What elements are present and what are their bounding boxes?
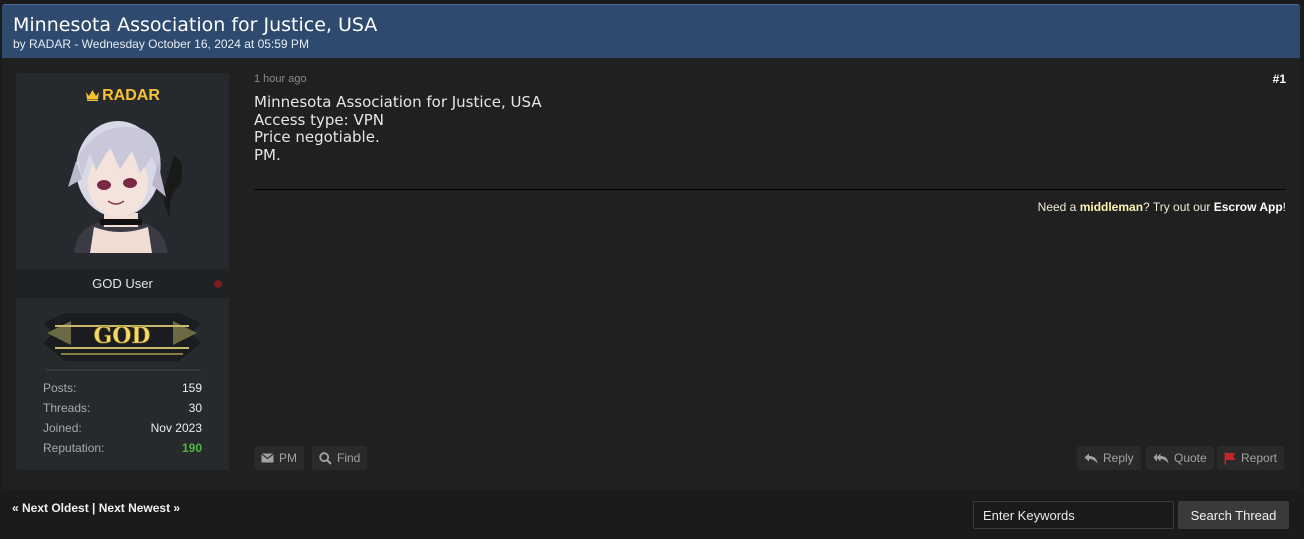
stat-label: Threads:	[43, 401, 91, 415]
post-body: Minnesota Association for Justice, USA A…	[254, 93, 542, 164]
post-line: Minnesota Association for Justice, USA	[254, 93, 542, 111]
offline-status-dot	[214, 280, 222, 288]
reply-button-label: Reply	[1103, 451, 1134, 465]
pm-button[interactable]: PM	[254, 446, 304, 470]
report-button-label: Report	[1241, 451, 1278, 465]
report-button[interactable]: Report	[1217, 446, 1285, 470]
avatar[interactable]	[60, 117, 182, 253]
thread-title: Minnesota Association for Justice, USA	[13, 14, 378, 36]
post: RADAR GOD User GOD Posts: 159 Threads: 3…	[2, 58, 1300, 490]
reputation-value[interactable]: 190	[182, 441, 202, 461]
next-newest-link[interactable]: Next Newest »	[99, 501, 180, 515]
usertitle-bar: GOD User	[16, 269, 229, 298]
post-number-link[interactable]: #1	[1262, 72, 1286, 86]
signature: Need a middleman? Try out our Escrow App…	[802, 200, 1286, 214]
user-title: GOD User	[92, 276, 153, 291]
stat-value: Nov 2023	[150, 421, 202, 435]
stat-label: Joined:	[43, 421, 82, 435]
crown-icon	[86, 90, 100, 101]
signature-divider	[254, 189, 1286, 190]
stat-posts: Posts: 159	[43, 381, 202, 401]
pager-separator: |	[88, 501, 99, 515]
thread-pager: « Next Oldest | Next Newest »	[12, 501, 180, 515]
quote-button[interactable]: Quote	[1146, 446, 1214, 470]
badge-divider	[46, 369, 201, 371]
stat-label: Posts:	[43, 381, 77, 395]
author-panel: RADAR GOD User GOD Posts: 159 Threads: 3…	[16, 73, 229, 470]
sig-text-2: ? Try out our	[1143, 200, 1214, 214]
stat-value: 30	[188, 401, 202, 415]
badge-text: GOD	[93, 323, 150, 349]
flag-icon	[1224, 452, 1236, 464]
search-thread-button[interactable]: Search Thread	[1178, 501, 1289, 529]
stat-threads: Threads: 30	[43, 401, 202, 421]
stat-label: Reputation:	[43, 441, 105, 455]
stat-value: 159	[181, 381, 202, 395]
envelope-icon	[261, 453, 274, 463]
sig-text-1: Need a	[1037, 200, 1080, 214]
next-oldest-link[interactable]: « Next Oldest	[12, 501, 89, 515]
stat-reputation: Reputation: 190	[43, 441, 202, 461]
post-line: PM.	[254, 145, 281, 164]
reply-all-icon	[1153, 453, 1169, 463]
find-button-label: Find	[337, 451, 361, 465]
author-stats: Posts: 159 Threads: 30 Joined: Nov 2023 …	[43, 381, 202, 461]
post-line: Access type: VPN	[254, 110, 384, 129]
reply-button[interactable]: Reply	[1077, 446, 1141, 470]
post-timestamp: 1 hour ago	[254, 73, 307, 85]
search-icon	[319, 451, 332, 465]
thread-header: Minnesota Association for Justice, USA b…	[2, 4, 1300, 58]
god-rank-badge: GOD	[43, 313, 201, 361]
author-name[interactable]: RADAR	[16, 87, 229, 105]
stat-joined: Joined: Nov 2023	[43, 421, 202, 441]
middleman-link[interactable]: middleman	[1080, 200, 1143, 214]
thread-meta: by RADAR - Wednesday October 16, 2024 at…	[13, 37, 309, 51]
sig-text-3: !	[1282, 200, 1286, 214]
reply-icon	[1084, 453, 1098, 463]
post-line: Price negotiable.	[254, 128, 380, 146]
find-button[interactable]: Find	[312, 446, 368, 470]
author-name-label: RADAR	[102, 87, 160, 104]
pm-button-label: PM	[279, 451, 297, 465]
quote-button-label: Quote	[1174, 451, 1207, 465]
search-keywords-input[interactable]	[973, 501, 1174, 529]
escrow-app-link[interactable]: Escrow App	[1214, 200, 1283, 214]
author-top: RADAR	[16, 73, 229, 269]
